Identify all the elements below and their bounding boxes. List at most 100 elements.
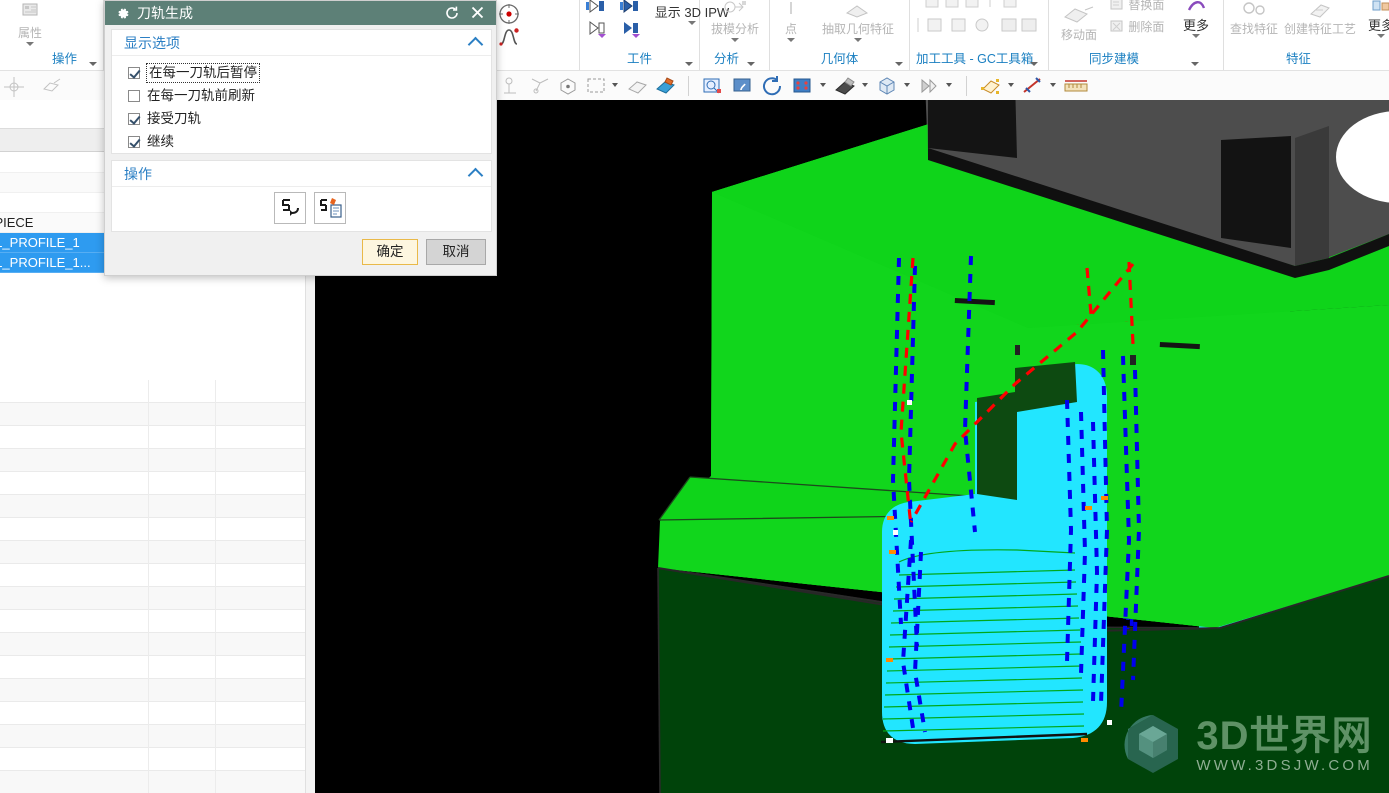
toolbar-icon-rectangle-select[interactable] xyxy=(584,75,610,100)
grid-row[interactable] xyxy=(0,610,314,633)
reset-icon[interactable] xyxy=(444,5,460,24)
ribbon-group-title: 工件 xyxy=(626,52,652,66)
ok-button[interactable]: 确定 xyxy=(362,239,418,265)
grid-row[interactable] xyxy=(0,771,314,793)
ipw-arrow-outline-icon xyxy=(582,18,616,45)
chevron-down-icon[interactable] xyxy=(1050,83,1056,87)
ribbon-group-workpiece: 显示 3D IPW 工件 xyxy=(580,0,729,70)
toolbar-icon-shaded-style[interactable] xyxy=(832,75,858,100)
chevron-down-icon[interactable] xyxy=(731,38,739,42)
chevron-down-icon[interactable] xyxy=(1008,83,1014,87)
checkbox-accept-toolpath[interactable]: 接受刀轨 xyxy=(128,110,201,128)
display-curve-icon xyxy=(494,24,524,51)
ribbon-group-launcher[interactable] xyxy=(685,62,693,66)
ribbon-group-launcher[interactable] xyxy=(1030,62,1038,66)
ribbon-button-delete-face[interactable]: 删除面 xyxy=(1109,18,1173,37)
ribbon-button-ipw-c[interactable] xyxy=(582,18,616,45)
grid-row[interactable] xyxy=(0,748,314,771)
close-icon[interactable] xyxy=(469,4,486,24)
chevron-down-icon[interactable] xyxy=(688,21,696,25)
checkbox-box[interactable] xyxy=(128,113,140,125)
gear-icon xyxy=(115,6,130,24)
chevron-down-icon[interactable] xyxy=(787,38,795,42)
dialog-title: 刀轨生成 xyxy=(137,5,193,21)
toolpath-generation-dialog[interactable]: 刀轨生成 显示选项 在每一刀轨后暂停 在每一刀轨前刷新 接受刀轨 继续 操作 确… xyxy=(104,0,497,276)
toolbar-icon-render-style[interactable] xyxy=(652,75,678,100)
toolbar-icon-measure-distance[interactable] xyxy=(1020,75,1046,100)
checkbox-continue[interactable]: 继续 xyxy=(128,133,174,151)
grid-row[interactable] xyxy=(0,587,314,610)
checkbox-box[interactable] xyxy=(128,67,140,79)
chevron-down-icon[interactable] xyxy=(1377,34,1385,38)
grid-row[interactable] xyxy=(0,472,314,495)
chevron-up-icon[interactable] xyxy=(467,167,484,184)
toolbar-icon-sketch-point[interactable] xyxy=(556,75,580,100)
ribbon-gc-row-bottom[interactable] xyxy=(912,14,1047,41)
grid-row[interactable] xyxy=(0,725,314,748)
chevron-down-icon[interactable] xyxy=(904,83,910,87)
toolbar-icon-hidden-edges[interactable] xyxy=(624,75,650,100)
cancel-button[interactable]: 取消 xyxy=(426,239,486,265)
toolbar-icon-orient-view[interactable] xyxy=(874,75,900,100)
grid-row[interactable] xyxy=(0,656,314,679)
ribbon-group-launcher[interactable] xyxy=(895,62,903,66)
toolbar-icon-wcs-dynamic[interactable] xyxy=(528,75,552,100)
toolbar-icon-fit-view[interactable] xyxy=(790,75,816,100)
gc-tool-secondary-icon xyxy=(912,14,1047,41)
ribbon-group-launcher[interactable] xyxy=(1191,62,1199,66)
grid-row[interactable] xyxy=(0,679,314,702)
ribbon-button-point[interactable]: 点 xyxy=(774,0,808,42)
ribbon-button-create-feature-process[interactable]: 创建特征工艺 xyxy=(1282,0,1358,36)
ribbon-button-move-face[interactable]: 移动面 xyxy=(1051,4,1107,42)
dialog-title-bar[interactable]: 刀轨生成 xyxy=(105,1,496,25)
checkbox-box[interactable] xyxy=(128,90,140,102)
grid-row[interactable] xyxy=(0,518,314,541)
ribbon-button-find-feature[interactable]: 查找特征 xyxy=(1226,0,1282,36)
chevron-down-icon[interactable] xyxy=(26,42,34,46)
grid-row[interactable] xyxy=(0,403,314,426)
ribbon-button-more-sync[interactable]: 更多 xyxy=(1175,0,1217,38)
ribbon-group-synchronous-modeling: 移动面 替换面 删除面 更多 同步建模 xyxy=(1049,0,1224,70)
toolbar-icon-datum-csys[interactable] xyxy=(500,75,524,100)
ribbon-button-draft-analysis[interactable]: 拔模分析 xyxy=(702,0,768,42)
chevron-down-icon[interactable] xyxy=(1192,34,1200,38)
ribbon-button-replace-face[interactable]: 替换面 xyxy=(1109,0,1173,15)
ribbon-group-launcher[interactable] xyxy=(89,62,97,66)
navigator-grid[interactable] xyxy=(0,380,314,793)
ribbon-button-label: 移动面 xyxy=(1060,28,1097,42)
grid-row[interactable] xyxy=(0,633,314,656)
ribbon-button-display-curve[interactable] xyxy=(494,24,524,51)
toolbar-icon-rotate[interactable] xyxy=(760,75,786,100)
grid-row[interactable] xyxy=(0,702,314,725)
chevron-down-icon[interactable] xyxy=(862,83,868,87)
ribbon-button-more-feature[interactable]: 更多 xyxy=(1360,0,1389,38)
generate-toolpath-button[interactable] xyxy=(274,192,306,224)
toolbar-icon-measure-scale[interactable] xyxy=(1062,75,1090,100)
chevron-down-icon[interactable] xyxy=(946,83,952,87)
chevron-down-icon[interactable] xyxy=(820,83,826,87)
grid-row[interactable] xyxy=(0,449,314,472)
grid-row[interactable] xyxy=(0,541,314,564)
toolbar-icons-left-cluster xyxy=(0,75,90,100)
ribbon-button-properties[interactable]: 属性 xyxy=(0,2,60,46)
chevron-up-icon[interactable] xyxy=(467,36,484,53)
ribbon-button-extract-geometry[interactable]: 抽取几何特征 xyxy=(812,0,904,42)
list-toolpath-button[interactable] xyxy=(314,192,346,224)
toolbar-icon-zoom-window[interactable] xyxy=(700,75,726,100)
toolbar-icon-section-view[interactable] xyxy=(916,75,942,100)
section-header[interactable]: 显示选项 xyxy=(112,30,491,56)
grid-row[interactable] xyxy=(0,564,314,587)
delete-face-icon xyxy=(1109,18,1125,37)
checkbox-pause-after-each-path[interactable]: 在每一刀轨后暂停 xyxy=(128,63,260,83)
checkbox-refresh-before-each-path[interactable]: 在每一刀轨前刷新 xyxy=(128,87,255,105)
chevron-down-icon[interactable] xyxy=(612,83,618,87)
grid-row[interactable] xyxy=(0,495,314,518)
section-header[interactable]: 操作 xyxy=(112,161,491,187)
checkbox-box[interactable] xyxy=(128,136,140,148)
toolbar-icon-visual-analysis[interactable] xyxy=(978,75,1004,100)
grid-row[interactable] xyxy=(0,380,314,403)
grid-row[interactable] xyxy=(0,426,314,449)
toolbar-icon-pan[interactable] xyxy=(730,75,756,100)
ribbon-group-launcher[interactable] xyxy=(747,62,755,66)
chevron-down-icon[interactable] xyxy=(854,38,862,42)
